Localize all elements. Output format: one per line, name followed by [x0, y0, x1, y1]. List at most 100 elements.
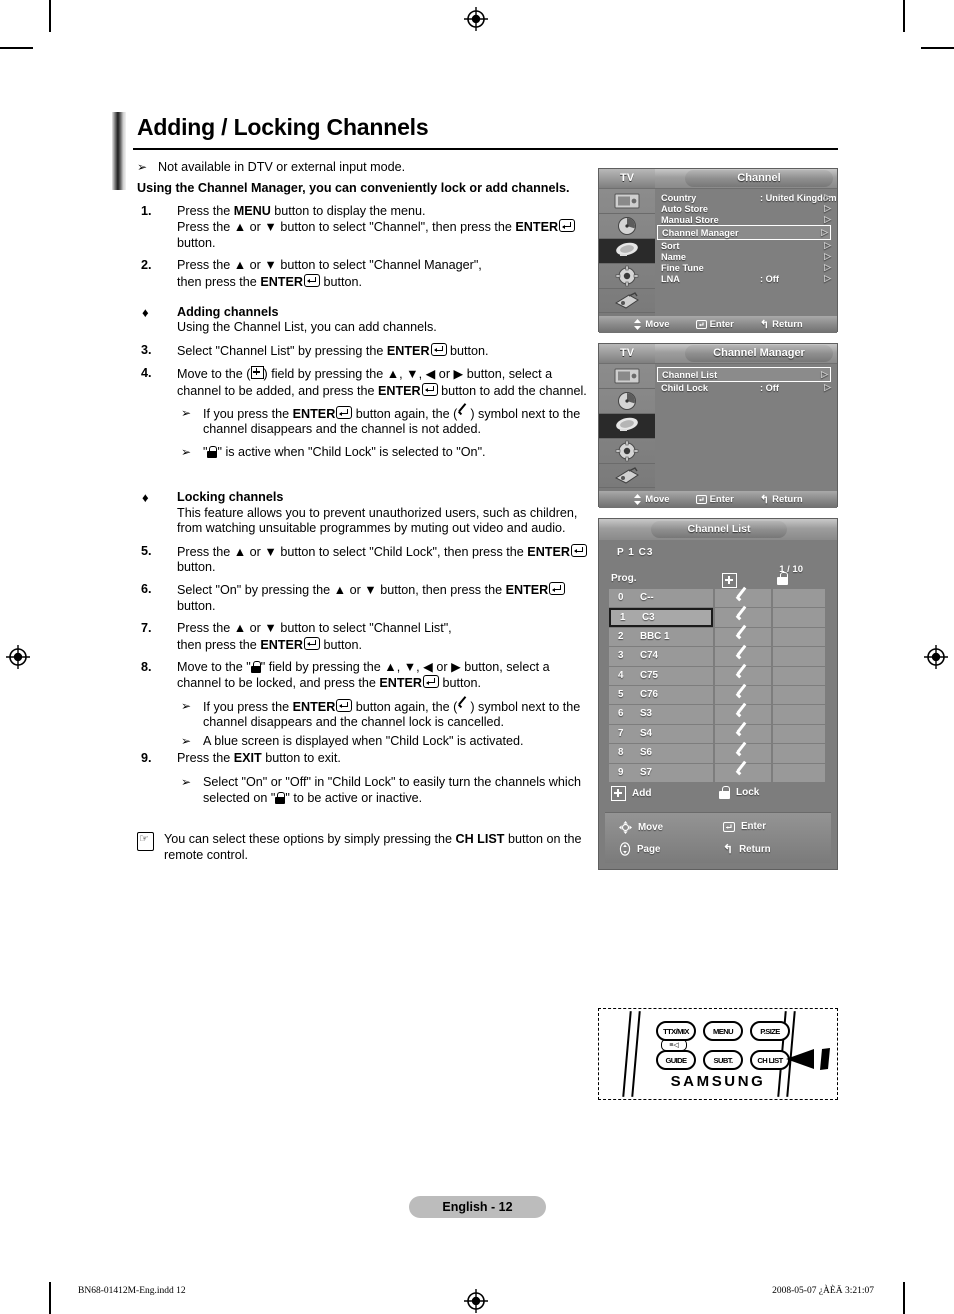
remote-button-subt[interactable]: SUBT. [703, 1050, 743, 1070]
osd-row-channel-list[interactable]: Channel List ▷ [657, 367, 831, 382]
remote-button-menu[interactable]: MENU [703, 1021, 743, 1041]
channel-lock-cell[interactable] [773, 685, 825, 705]
osd-row-label: Sort [661, 240, 680, 251]
channel-name-cell[interactable]: 2 BBC 1 [609, 627, 713, 647]
osd-row-manual-store[interactable]: Manual Store ▷ [655, 214, 837, 225]
sidebar-item-sound[interactable] [599, 214, 655, 239]
diamond-bullet-icon: ♦ [142, 305, 149, 321]
step-6-body: Select "On" by pressing the ▲ or ▼ butto… [177, 582, 589, 614]
enter-keyword: ENTER [377, 383, 421, 398]
channel-lock-cell[interactable] [773, 763, 825, 782]
osd-row-auto-store[interactable]: Auto Store ▷ [655, 203, 837, 214]
channel-name-cell[interactable]: 4 C75 [609, 666, 713, 685]
registration-mark-bottom [463, 1288, 489, 1314]
channel-add-cell[interactable] [715, 589, 771, 608]
note-enter-again-add: ➢ If you press the ENTER button again, t… [181, 406, 589, 438]
sidebar-item-channel[interactable] [599, 413, 655, 439]
table-row[interactable]: 6 S3 [609, 705, 827, 724]
osd-row-value: : Off [760, 382, 779, 393]
add-plus-icon [611, 785, 626, 801]
chevron-right-icon: ▷ [821, 369, 828, 379]
channel-lock-cell[interactable] [773, 608, 825, 627]
sidebar-item-setup[interactable] [599, 264, 655, 289]
chevron-right-icon: ▷ [824, 262, 831, 272]
osd-row-channel-manager[interactable]: Channel Manager ▷ [657, 225, 831, 240]
channel-add-cell[interactable] [715, 666, 771, 685]
table-row[interactable]: 3 C74 [609, 647, 827, 666]
note-arrow-icon: ➢ [181, 733, 192, 748]
channel-label: S7 [640, 766, 652, 778]
channel-name-cell[interactable]: 0 C-- [609, 589, 713, 608]
channel-lock-cell[interactable] [773, 744, 825, 763]
sidebar-item-picture[interactable] [599, 364, 655, 389]
channel-name-cell[interactable]: 9 S7 [609, 763, 713, 782]
step-8-text-a: Move to the " [177, 659, 251, 674]
channel-list-column-headers: Prog. [609, 572, 827, 589]
osd-row-lna[interactable]: LNA : Off ▷ [655, 273, 837, 284]
bullet-locking-channels: ♦ Locking channels This feature allows y… [137, 490, 589, 536]
channel-lock-cell[interactable] [773, 627, 825, 647]
table-row[interactable]: 4 C75 [609, 666, 827, 685]
channel-add-cell[interactable] [715, 685, 771, 705]
note-arrow-icon: ➢ [181, 775, 192, 790]
step-6-number: 6. [141, 582, 152, 597]
remote-button-ttxmix[interactable]: TTX/MIX [656, 1021, 696, 1041]
channel-add-cell[interactable] [715, 627, 771, 647]
table-row[interactable]: 2 BBC 1 [609, 627, 827, 647]
channel-lock-cell[interactable] [773, 724, 825, 744]
remote-button-psize[interactable]: P.SIZE [750, 1021, 790, 1041]
table-row[interactable]: 1 C3 [609, 608, 827, 627]
step-3-text-a: Select "Channel List" by pressing the [177, 343, 387, 358]
osd-row-name[interactable]: Name ▷ [655, 251, 837, 262]
osd-row-fine-tune[interactable]: Fine Tune ▷ [655, 262, 837, 273]
channel-add-cell[interactable] [715, 724, 771, 744]
step-5: 5. Press the ▲ or ▼ button to select "Ch… [137, 543, 589, 576]
table-row[interactable]: 9 S7 [609, 763, 827, 782]
sidebar-item-picture[interactable] [599, 189, 655, 214]
step-9-text-c: button to exit. [261, 750, 341, 765]
check-icon [736, 766, 751, 779]
sidebar-item-channel[interactable] [599, 238, 655, 264]
channel-name-cell[interactable]: 1 C3 [609, 608, 713, 627]
channel-list-titlebar: Channel List [599, 519, 837, 540]
channel-lock-cell[interactable] [773, 589, 825, 608]
osd-row-country[interactable]: Country : United Kingdom ▷ [655, 192, 837, 203]
ch-list-keyword: CH LIST [455, 832, 505, 847]
table-row[interactable]: 8 S6 [609, 744, 827, 763]
step-6-text-c: button. [177, 598, 216, 613]
tip-text-a: You can select these options by simply p… [164, 832, 456, 847]
channel-lock-cell[interactable] [773, 666, 825, 685]
channel-name-cell[interactable]: 3 C74 [609, 647, 713, 666]
table-row[interactable]: 5 C76 [609, 685, 827, 705]
sidebar-item-input[interactable] [599, 464, 655, 489]
legend-lock: Lock [719, 785, 759, 799]
channel-name-cell[interactable]: 6 S3 [609, 705, 713, 724]
remote-button-guide[interactable]: GUIDE [656, 1050, 696, 1070]
sidebar-item-input[interactable] [599, 289, 655, 314]
exit-keyword: EXIT [233, 750, 262, 765]
step-6: 6. Select "On" by pressing the ▲ or ▼ bu… [137, 582, 589, 614]
sidebar-item-sound[interactable] [599, 389, 655, 414]
osd-row-sort[interactable]: Sort ▷ [655, 240, 837, 251]
table-row[interactable]: 0 C-- [609, 589, 827, 608]
table-row[interactable]: 7 S4 [609, 724, 827, 744]
step-9-text-a: Press the [177, 750, 234, 765]
crop-mark-br-v [903, 1282, 905, 1314]
channel-add-cell[interactable] [715, 763, 771, 782]
channel-name-cell[interactable]: 7 S4 [609, 724, 713, 744]
sidebar-item-setup[interactable] [599, 439, 655, 464]
channel-name-cell[interactable]: 5 C76 [609, 685, 713, 705]
instructions-column: ➢ Not available in DTV or external input… [137, 160, 589, 863]
step-8: 8. Move to the " " field by pressing the … [137, 660, 589, 692]
channel-lock-cell[interactable] [773, 647, 825, 666]
channel-name-cell[interactable]: 8 S6 [609, 744, 713, 763]
step-3-body: Select "Channel List" by pressing the EN… [177, 342, 589, 359]
channel-number: 6 [618, 708, 624, 720]
footer-move: Move [633, 494, 670, 505]
channel-lock-cell[interactable] [773, 705, 825, 724]
check-icon [457, 408, 470, 420]
chevron-right-icon: ▷ [824, 203, 831, 213]
step-7-text-a: Press the ▲ or ▼ button to select "Chann… [177, 621, 452, 636]
osd-channel-menu: TV Channel Country: United Kingdom ▷ Au… [598, 168, 838, 333]
osd-row-child-lock[interactable]: Child Lock : Off ▷ [655, 382, 837, 393]
